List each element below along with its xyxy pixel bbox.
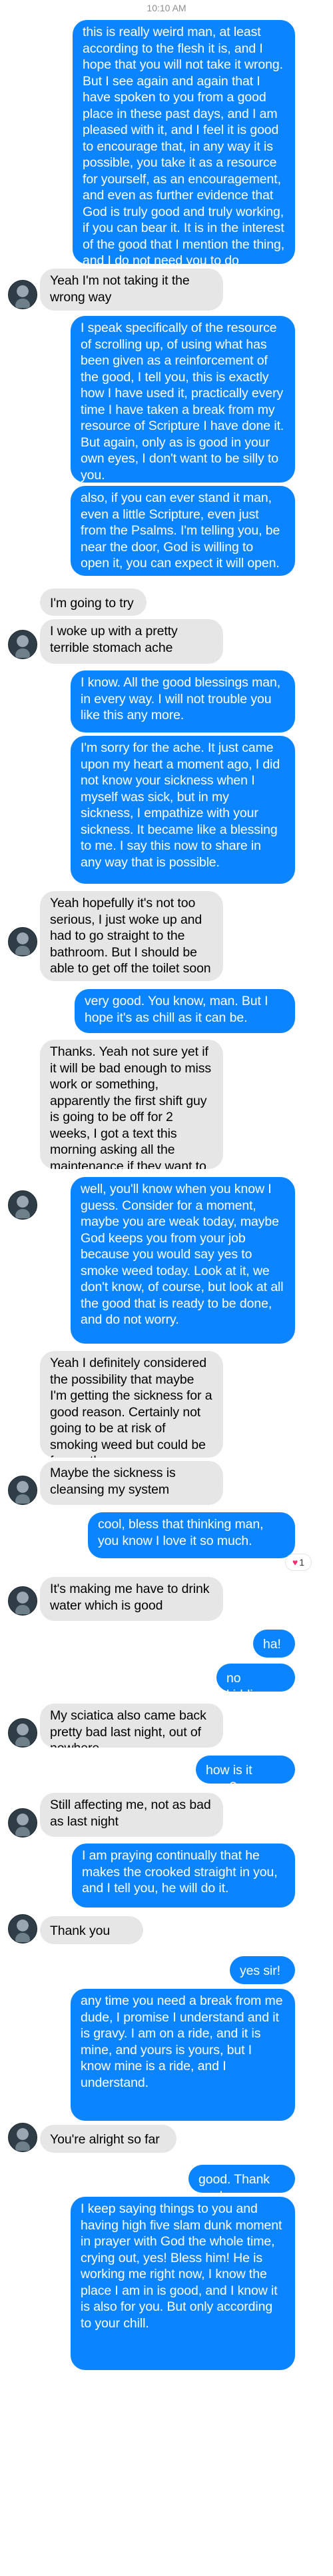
message-bubble-sent[interactable]: I know. All the good blessings man, in e…	[71, 670, 295, 732]
contact-avatar[interactable]	[8, 927, 37, 956]
message-bubble-sent[interactable]: I speak specifically of the resource of …	[71, 316, 295, 483]
contact-avatar[interactable]	[8, 280, 37, 309]
message-bubble-sent[interactable]: very good. You know, man. But I hope it'…	[75, 989, 295, 1033]
reaction-count: 1	[299, 1557, 305, 1568]
contact-avatar[interactable]	[8, 2123, 37, 2152]
message-bubble-received[interactable]: Thank you man	[40, 1916, 143, 1944]
message-bubble-sent[interactable]: this is really weird man, at least accor…	[73, 20, 295, 264]
message-bubble-sent[interactable]: I keep saying things to you and having h…	[71, 2197, 295, 2370]
message-bubble-received[interactable]: Maybe the sickness is cleansing my syste…	[40, 1461, 223, 1505]
contact-avatar[interactable]	[8, 1476, 37, 1505]
reaction-badge[interactable]: ♥ 1	[285, 1554, 312, 1571]
contact-avatar[interactable]	[8, 630, 37, 659]
message-bubble-sent[interactable]: ha!	[253, 1630, 295, 1658]
message-bubble-received[interactable]: Thanks. Yeah not sure yet if it will be …	[40, 1040, 223, 1169]
contact-avatar[interactable]	[8, 1808, 37, 1838]
heart-icon: ♥	[292, 1557, 298, 1568]
message-bubble-sent[interactable]: no kidding.	[216, 1664, 295, 1692]
message-bubble-received[interactable]: I woke up with a pretty terrible stomach…	[40, 619, 223, 664]
message-bubble-sent[interactable]: well, you'll know when you know I guess.…	[71, 1177, 295, 1344]
contact-avatar[interactable]	[8, 1718, 37, 1748]
message-bubble-received[interactable]: It's making me have to drink water which…	[40, 1577, 223, 1621]
message-bubble-received[interactable]: I'm going to try	[40, 589, 147, 616]
message-bubble-sent[interactable]: yes sir!	[230, 1956, 295, 1984]
message-bubble-sent[interactable]: how is it now?	[196, 1756, 295, 1784]
contact-avatar[interactable]	[8, 1586, 37, 1616]
message-bubble-received[interactable]: Yeah hopefully it's not too serious, I j…	[40, 891, 223, 981]
message-bubble-sent[interactable]: cool, bless that thinking man, you know …	[88, 1512, 295, 1558]
message-bubble-sent[interactable]: any time you need a break from me dude, …	[71, 1989, 295, 2121]
message-bubble-received[interactable]: Yeah I definitely considered the possibi…	[40, 1351, 223, 1458]
message-bubble-sent[interactable]: I'm sorry for the ache. It just came upo…	[71, 736, 295, 884]
message-bubble-sent[interactable]: I am praying continually that he makes t…	[72, 1844, 295, 1908]
contact-avatar[interactable]	[8, 1190, 37, 1220]
message-bubble-received[interactable]: Yeah I'm not taking it the wrong way	[40, 269, 223, 311]
message-bubble-sent[interactable]: also, if you can ever stand it man, even…	[71, 486, 295, 576]
message-bubble-received[interactable]: My sciatica also came back pretty bad la…	[40, 1704, 223, 1748]
message-bubble-sent[interactable]: good. Thank you!	[188, 2165, 295, 2193]
message-bubble-received[interactable]: You're alright so far	[40, 2125, 176, 2153]
contact-avatar[interactable]	[8, 1914, 37, 1943]
message-bubble-received[interactable]: Still affecting me, not as bad as last n…	[40, 1793, 223, 1837]
timestamp: 10:10 AM	[147, 3, 186, 13]
